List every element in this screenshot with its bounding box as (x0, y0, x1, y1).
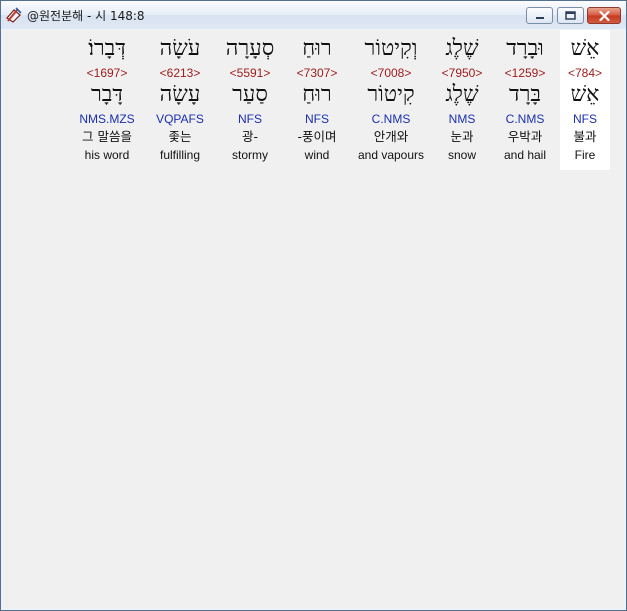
korean-gloss: 우박과 (507, 129, 543, 144)
english-gloss: wind (304, 148, 330, 162)
strong-number[interactable]: <784> (560, 66, 610, 80)
hebrew-lemma: שֶׁלֶג (445, 82, 479, 107)
strong-number[interactable]: <1697> (72, 66, 142, 80)
hebrew-lemma: אֵשׁ (570, 82, 600, 107)
word-column-selected[interactable]: אֵשׁ <784> אֵשׁ NFS 불과 Fire (560, 30, 610, 170)
word-column[interactable]: וְקִיטוֹר <7008> קִיטוֹר C.NMS 안개와 and v… (352, 30, 430, 170)
english-gloss: snow (447, 148, 476, 162)
morphology-code: NMS.MZS (79, 112, 135, 126)
close-icon (588, 8, 620, 23)
word-column[interactable]: עֹשָׂה <6213> עָשָׂה VQPAFS 좇는 fulfillin… (148, 30, 212, 170)
hebrew-word: דְּבָרוֹ׃ (88, 36, 126, 61)
korean-gloss: 좇는 (168, 129, 192, 144)
strong-number[interactable]: <6213> (148, 66, 212, 80)
morphology-code: NFS (305, 112, 329, 126)
hebrew-lemma: בָּרָד (509, 82, 541, 107)
hebrew-word: שֶׁלֶג (445, 36, 479, 61)
strong-number[interactable]: <7008> (352, 66, 430, 80)
korean-gloss: -풍이며 (297, 129, 337, 144)
korean-gloss: 불과 (573, 129, 597, 144)
english-gloss: his word (84, 148, 130, 162)
english-gloss: and hail (503, 148, 547, 162)
morphology-code: NMS (448, 112, 476, 126)
hebrew-word: סְעָרָה (225, 36, 275, 61)
morphology-code: NFS (238, 112, 262, 126)
strong-number[interactable]: <5591> (216, 66, 284, 80)
morphology-code: C.NMS (371, 112, 411, 126)
morphology-code: VQPAFS (156, 112, 204, 126)
title-bar[interactable]: @원전분해 - 시 148:8 (1, 1, 626, 29)
hebrew-word: וְקִיטוֹר (364, 36, 418, 61)
hebrew-word: רוּחַ (302, 36, 332, 61)
word-column[interactable]: שֶׁלֶג <7950> שֶׁלֶג NMS 눈과 snow (434, 30, 490, 170)
word-column[interactable]: וּבָרָד <1259> בָּרָד C.NMS 우박과 and hail (494, 30, 556, 170)
english-gloss: stormy (232, 148, 268, 162)
word-column[interactable]: סְעָרָה <5591> סַעַר NFS 광- stormy (216, 30, 284, 170)
word-column[interactable]: דְּבָרוֹ׃ <1697> דָּבָר NMS.MZS 그 말씀을 hi… (72, 30, 142, 170)
word-column[interactable]: רוּחַ <7307> רוּחַ NFS -풍이며 wind (288, 30, 346, 170)
window-title: @원전분해 - 시 148:8 (27, 9, 145, 23)
morphology-code: NFS (573, 112, 597, 126)
morphology-code: C.NMS (505, 112, 545, 126)
korean-gloss: 그 말씀을 (82, 129, 132, 144)
english-gloss: fulfilling (159, 148, 201, 162)
book-pencil-icon (6, 7, 22, 23)
app-window: @원전분해 - 시 148:8 דְּבָרוֹ׃ <1697> דָּבָר … (0, 0, 627, 611)
strong-number[interactable]: <7950> (434, 66, 490, 80)
maximize-icon (558, 8, 583, 23)
strong-number[interactable]: <1259> (494, 66, 556, 80)
korean-gloss: 안개와 (373, 129, 409, 144)
strong-number[interactable]: <7307> (288, 66, 346, 80)
hebrew-lemma: רוּחַ (302, 82, 332, 107)
hebrew-word: עֹשָׂה (159, 36, 201, 61)
hebrew-lemma: עָשָׂה (159, 82, 201, 107)
korean-gloss: 광- (241, 129, 258, 144)
hebrew-word: אֵשׁ (570, 36, 600, 61)
maximize-button[interactable] (557, 7, 584, 24)
hebrew-word: וּבָרָד (506, 36, 544, 61)
hebrew-lemma: דָּבָר (91, 82, 123, 107)
interlinear-panel: דְּבָרוֹ׃ <1697> דָּבָר NMS.MZS 그 말씀을 hi… (4, 30, 623, 608)
english-gloss: and vapours (357, 148, 425, 162)
english-gloss: Fire (574, 148, 596, 162)
hebrew-lemma: סַעַר (232, 82, 268, 107)
minimize-icon (527, 8, 552, 23)
minimize-button[interactable] (526, 7, 553, 24)
hebrew-lemma: קִיטוֹר (367, 82, 415, 107)
close-button[interactable] (587, 7, 621, 24)
korean-gloss: 눈과 (450, 129, 474, 144)
